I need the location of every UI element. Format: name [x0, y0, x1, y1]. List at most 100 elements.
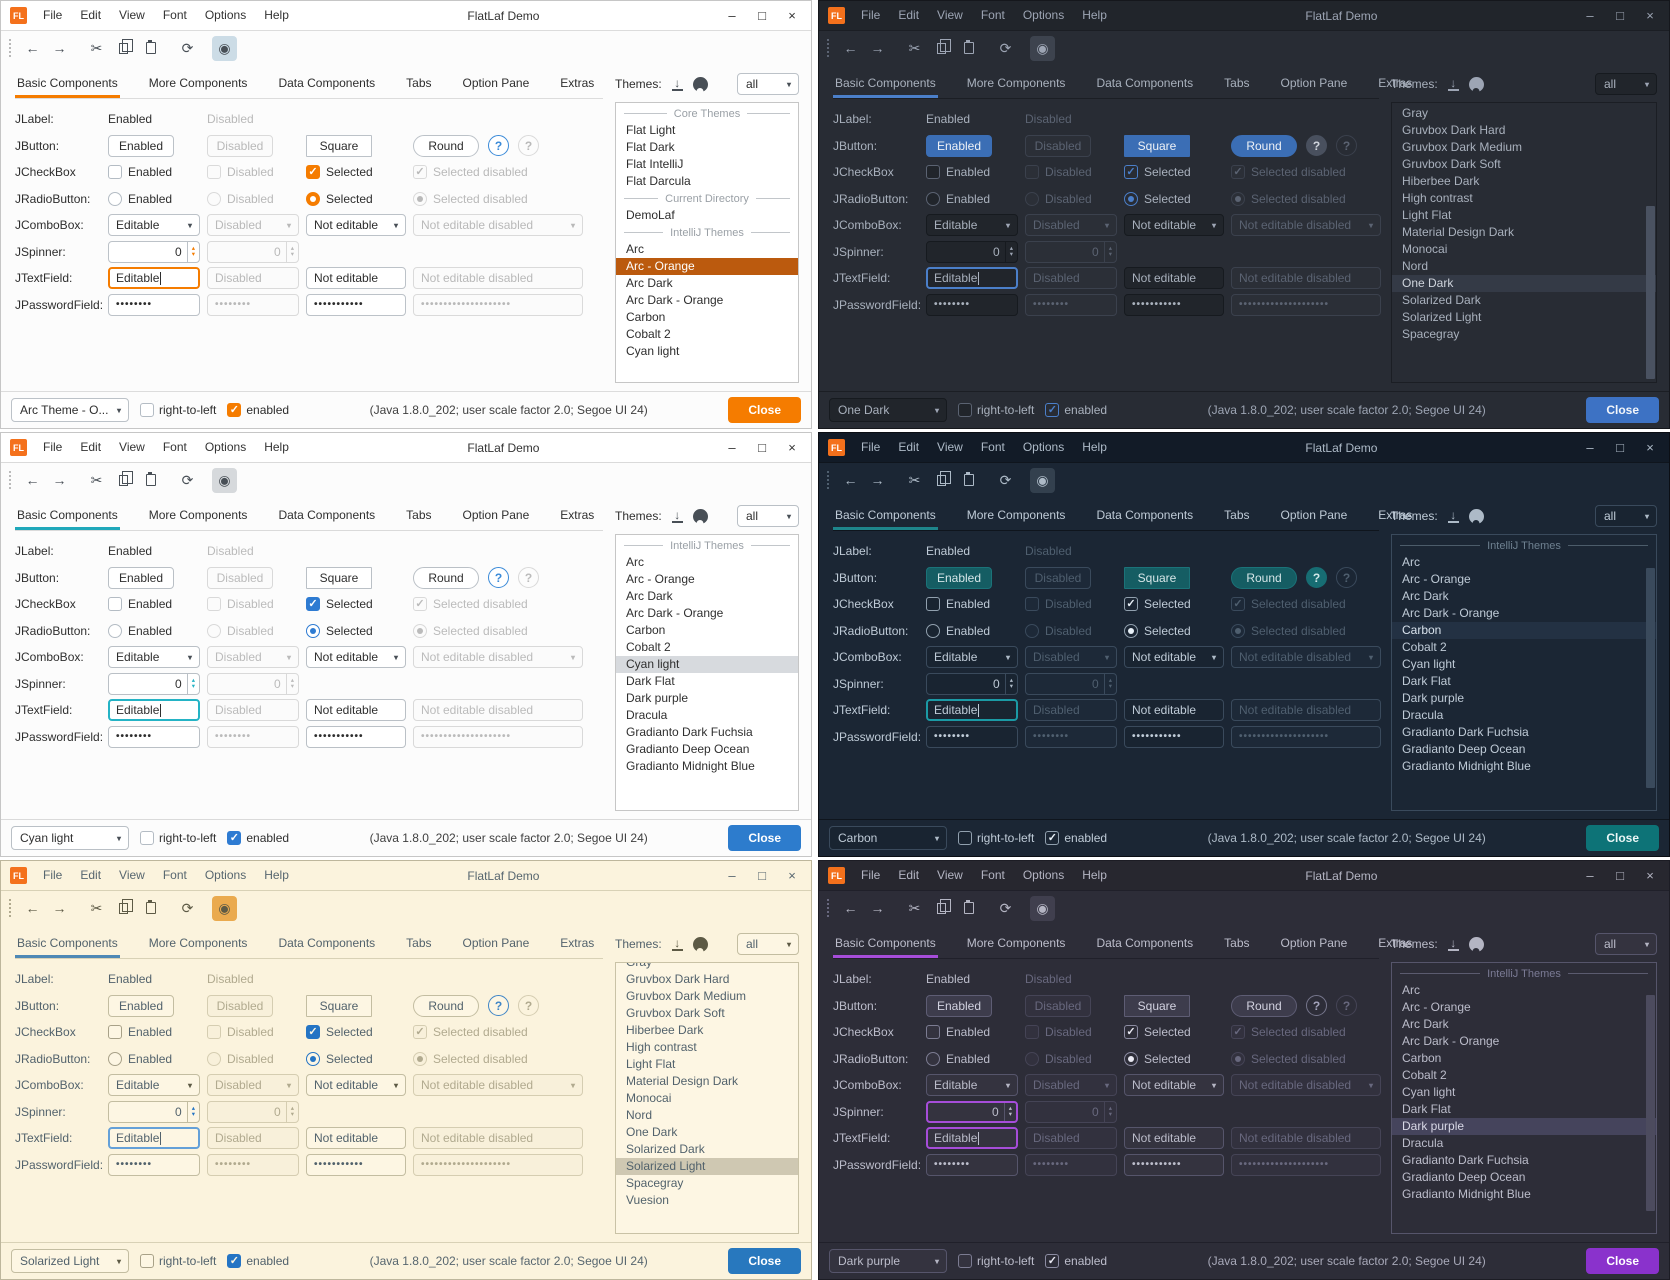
jtextfield[interactable]: Disabled [207, 1127, 299, 1149]
jradiobutton[interactable]: Enabled [926, 624, 1018, 638]
jcheckbox[interactable]: Selected disabled [413, 165, 583, 179]
jspinner[interactable]: 0▴▾ [1025, 1101, 1117, 1123]
menu-view[interactable]: View [928, 1, 972, 30]
tab-more-components[interactable]: More Components [147, 76, 250, 98]
show-icon[interactable]: ◉ [1030, 468, 1055, 493]
theme-list-item[interactable]: Spacegray [1392, 326, 1656, 343]
tab-more-components[interactable]: More Components [147, 936, 250, 958]
enabled-checkbox[interactable]: enabled [1045, 403, 1107, 417]
jspinner[interactable]: 0▴▾ [926, 673, 1018, 695]
jpasswordfield[interactable]: •••••••• [1025, 294, 1117, 316]
theme-list-item[interactable]: Arc Dark - Orange [1392, 1033, 1656, 1050]
theme-list-item[interactable]: Dark Flat [1392, 673, 1656, 690]
jpasswordfield[interactable]: ••••••••••• [306, 1154, 406, 1176]
theme-combobox[interactable]: Arc Theme - O... ▾ [11, 398, 129, 422]
help-button[interactable]: ? [1336, 995, 1357, 1016]
menu-help[interactable]: Help [255, 433, 298, 462]
jradiobutton[interactable]: Selected disabled [413, 192, 583, 206]
help-button[interactable]: ? [1306, 567, 1327, 588]
show-icon[interactable]: ◉ [212, 468, 237, 493]
theme-list-item[interactable]: Arc - Orange [1392, 999, 1656, 1016]
forward-icon[interactable]: → [47, 36, 72, 61]
enabled-checkbox[interactable]: enabled [227, 831, 289, 845]
rtl-checkbox[interactable]: right-to-left [140, 1254, 216, 1268]
jcheckbox[interactable]: Selected [1124, 597, 1224, 611]
close-button[interactable]: × [777, 2, 807, 30]
theme-list-item[interactable]: Gradianto Dark Fuchsia [1392, 724, 1656, 741]
tab-option-pane[interactable]: Option Pane [1279, 508, 1350, 530]
help-button[interactable]: ? [488, 995, 509, 1016]
jradiobutton[interactable]: Selected disabled [413, 1052, 583, 1066]
theme-list-item[interactable]: Gradianto Midnight Blue [1392, 1186, 1656, 1203]
download-icon[interactable]: ↓ [672, 78, 683, 91]
jbutton-square[interactable]: Square [306, 567, 372, 589]
jbutton-enabled[interactable]: Enabled [926, 567, 992, 589]
jcombobox[interactable]: Disabled▾ [207, 646, 299, 668]
jbutton-disabled[interactable]: Disabled [207, 135, 273, 157]
jcombobox[interactable]: Editable▾ [926, 1074, 1018, 1096]
theme-list-item[interactable]: Arc Dark - Orange [1392, 605, 1656, 622]
copy-icon[interactable] [929, 468, 954, 493]
jcombobox[interactable]: Disabled▾ [207, 1074, 299, 1096]
close-button[interactable]: Close [1586, 397, 1659, 423]
scrollbar-thumb[interactable] [1646, 995, 1655, 1211]
jradiobutton[interactable]: Enabled [108, 1052, 200, 1066]
menu-help[interactable]: Help [1073, 433, 1116, 462]
close-button[interactable]: Close [1586, 825, 1659, 851]
themes-filter-combobox[interactable]: all ▾ [1595, 933, 1657, 955]
theme-list-item[interactable]: Material Design Dark [616, 1073, 798, 1090]
menu-options[interactable]: Options [196, 861, 255, 890]
jbutton-round[interactable]: Round [413, 567, 479, 589]
jtextfield[interactable]: Not editable [306, 699, 406, 721]
theme-list-item[interactable]: Arc Dark - Orange [616, 605, 798, 622]
theme-list-item[interactable]: Dark purple [616, 690, 798, 707]
forward-icon[interactable]: → [47, 896, 72, 921]
jcheckbox[interactable]: Disabled [207, 597, 299, 611]
jbutton-enabled[interactable]: Enabled [108, 567, 174, 589]
theme-list-item[interactable]: Nord [616, 1107, 798, 1124]
github-icon[interactable] [693, 937, 708, 952]
jbutton-enabled[interactable]: Enabled [926, 995, 992, 1017]
help-button[interactable]: ? [518, 135, 539, 156]
back-icon[interactable]: ← [20, 896, 45, 921]
menu-help[interactable]: Help [1073, 861, 1116, 890]
github-icon[interactable] [1469, 77, 1484, 92]
theme-list-item[interactable]: Hiberbee Dark [616, 1022, 798, 1039]
jpasswordfield[interactable]: •••••••• [108, 294, 200, 316]
close-button[interactable]: Close [1586, 1248, 1659, 1274]
themes-list[interactable]: GrayGruvbox Dark HardGruvbox Dark Medium… [1391, 102, 1657, 383]
jcheckbox[interactable]: Disabled [1025, 1025, 1117, 1039]
menu-file[interactable]: File [852, 433, 889, 462]
back-icon[interactable]: ← [20, 36, 45, 61]
jspinner[interactable]: 0▴▾ [207, 673, 299, 695]
scrollbar-thumb[interactable] [1646, 568, 1655, 788]
close-button[interactable]: Close [728, 825, 801, 851]
menu-font[interactable]: Font [972, 1, 1014, 30]
scrollbar-thumb[interactable] [1646, 206, 1655, 379]
theme-list-item[interactable]: Cobalt 2 [616, 639, 798, 656]
jradiobutton[interactable]: Selected disabled [1231, 1052, 1381, 1066]
jspinner[interactable]: 0▴▾ [207, 1101, 299, 1123]
download-icon[interactable]: ↓ [1448, 938, 1459, 951]
jbutton-enabled[interactable]: Enabled [108, 135, 174, 157]
cut-icon[interactable]: ✂ [84, 468, 109, 493]
jbutton-round[interactable]: Round [1231, 995, 1297, 1017]
tab-tabs[interactable]: Tabs [404, 508, 433, 530]
theme-list-item[interactable]: Dark purple [1392, 690, 1656, 707]
jcombobox[interactable]: Not editable disabled▾ [413, 646, 583, 668]
jradiobutton[interactable]: Enabled [108, 192, 200, 206]
jtextfield[interactable]: Not editable disabled [1231, 267, 1381, 289]
back-icon[interactable]: ← [20, 468, 45, 493]
jcombobox[interactable]: Editable▾ [108, 646, 200, 668]
jtextfield[interactable]: Not editable [306, 267, 406, 289]
theme-list-item[interactable]: Gruvbox Dark Medium [616, 988, 798, 1005]
copy-icon[interactable] [929, 896, 954, 921]
jtextfield[interactable]: Not editable [1124, 267, 1224, 289]
tab-option-pane[interactable]: Option Pane [461, 76, 532, 98]
theme-list-item[interactable]: Flat Light [616, 122, 798, 139]
back-icon[interactable]: ← [838, 36, 863, 61]
toolbar-grip-icon[interactable] [827, 471, 829, 489]
jpasswordfield[interactable]: •••••••••••••••••••• [1231, 294, 1381, 316]
themes-list[interactable]: GrayGruvbox Dark HardGruvbox Dark Medium… [615, 962, 799, 1234]
menu-edit[interactable]: Edit [71, 861, 110, 890]
